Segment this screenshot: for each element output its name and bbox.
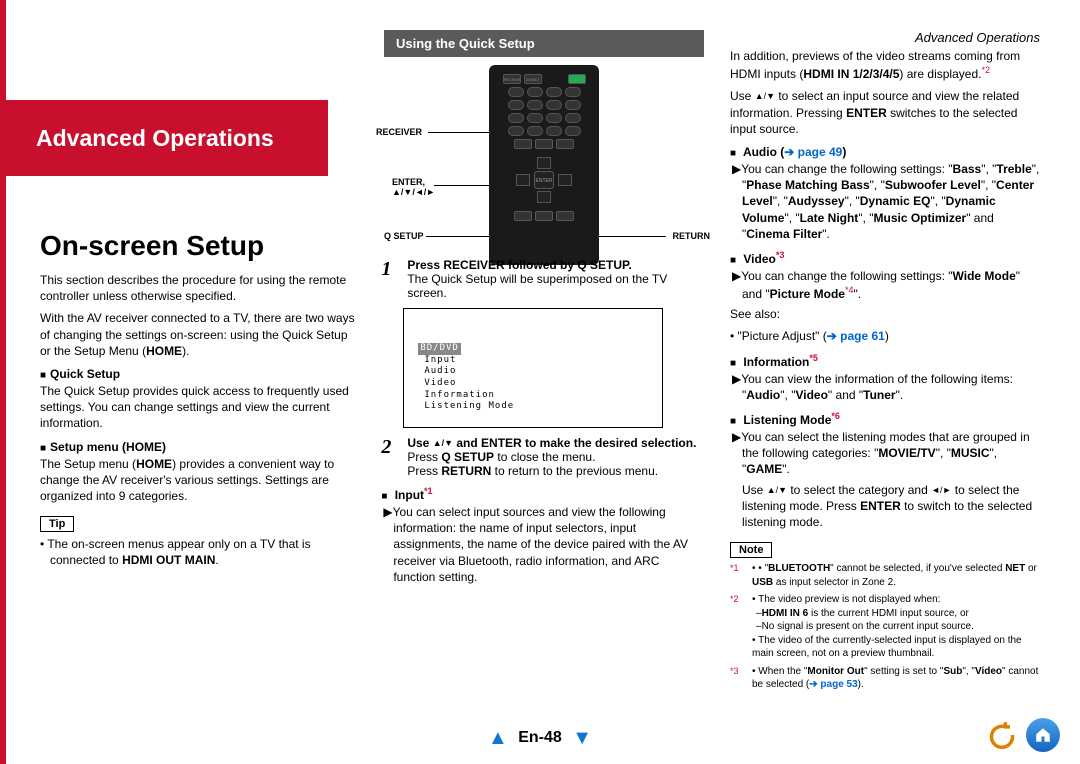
step2-line2: Press RETURN to return to the previous m… [407,464,698,478]
back-button[interactable] [986,718,1020,752]
input-body: ▶You can select input sources and view t… [381,504,698,585]
page-number: En-48 [518,729,562,746]
column-3-spacer [723,230,1040,589]
link-page49[interactable]: ➔ page 49 [784,145,842,159]
step-num-1: 1 [381,258,399,300]
osd-item: Listening Mode [418,401,514,413]
step1-head: Press RECEIVER followed by Q SETUP. [407,258,632,272]
home-button[interactable] [1026,718,1060,752]
tip-bullet: The on-screen menus appear only on a TV … [40,536,357,568]
leader-line [428,132,490,133]
prev-page-icon[interactable]: ▲ [488,727,508,749]
osd-item: Audio [418,366,514,378]
chapter-title: Advanced Operations [36,125,274,152]
step1-body: The Quick Setup will be superimposed on … [407,272,698,300]
label-arrows: ▲/▼/◄/► [392,187,435,197]
section-title: On-screen Setup [40,230,357,262]
chapter-header: Advanced Operations [6,100,328,176]
column-2: 1 Press RECEIVER followed by Q SETUP. Th… [381,250,698,589]
quick-setup-bar: Using the Quick Setup [384,30,704,57]
subhead-input: Input*1 [381,486,698,502]
label-enter: ENTER, [392,177,425,187]
page-footer: ▲ En-48 ▼ [0,727,1080,750]
next-page-icon[interactable]: ▼ [572,727,592,749]
use-updown-para: Use ▲/▼ to select an input source and vi… [730,88,1040,137]
osd-title: BD/DVD [418,343,461,355]
intro-1: This section describes the procedure for… [40,272,357,304]
subhead-audio: Audio (➔ page 49) [730,145,1040,159]
label-receiver: RECEIVER [376,127,422,137]
osd-item: Input [418,355,514,367]
step-2: 2 Use ▲/▼ and ENTER to make the desired … [381,436,698,478]
hdmi-preview-para: In addition, previews of the video strea… [730,48,1040,82]
step-num-2: 2 [381,436,399,478]
step2-head: Use ▲/▼ and ENTER to make the desired se… [407,436,696,450]
setup-menu-text: The Setup menu (HOME) provides a conveni… [40,456,357,505]
osd-item: Information [418,390,514,402]
osd-item: Video [418,378,514,390]
step-1: 1 Press RECEIVER followed by Q SETUP. Th… [381,258,698,300]
link-page53[interactable]: ➔ page 53 [809,679,857,690]
column-1: On-screen Setup This section describes t… [40,230,357,589]
subhead-quick-setup: Quick Setup [40,367,357,381]
running-header: Advanced Operations [915,30,1040,45]
quick-setup-text: The Quick Setup provides quick access to… [40,383,357,432]
intro-2: With the AV receiver connected to a TV, … [40,310,357,359]
osd-preview: BD/DVD Input Audio Video Information Lis… [403,308,663,428]
subhead-setup-menu: Setup menu (HOME) [40,440,357,454]
tip-label: Tip [40,516,74,532]
step2-line1: Press Q SETUP to close the menu. [407,450,698,464]
